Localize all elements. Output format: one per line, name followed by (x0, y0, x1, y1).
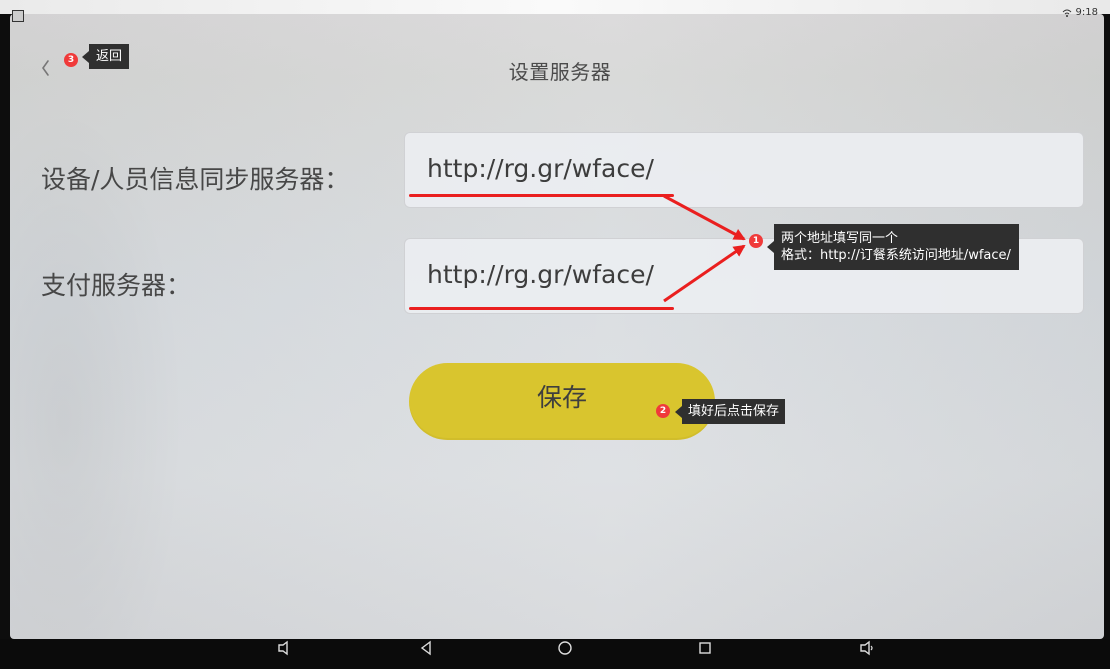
home-navigation-icon[interactable] (556, 639, 574, 657)
back-button[interactable] (38, 56, 64, 80)
annotation-badge-back: 3 (64, 53, 78, 67)
annotation-instruction-line-2: 格式：http://订餐系统访问地址/wface/ (781, 248, 1011, 263)
system-navigation-bar (0, 639, 1110, 669)
status-right: 9:18 (1062, 7, 1098, 18)
volume-up-icon[interactable] (858, 639, 876, 657)
annotation-save-callout: 填好后点击保存 (674, 399, 786, 424)
volume-down-icon[interactable] (276, 639, 294, 657)
save-button[interactable]: 保存 (409, 363, 715, 440)
sync-server-value: http://rg.gr/wface/ (427, 154, 654, 183)
wifi-icon (1062, 9, 1071, 17)
status-time: 9:18 (1075, 7, 1098, 18)
photo-of-device-screen: 9:18 设置服务器 设备/人员信息同步服务器： http://rg.gr/wf… (0, 0, 1110, 669)
annotation-instruction-callout: 两个地址填写同一个 格式：http://订餐系统访问地址/wface/ (767, 224, 1019, 270)
sync-server-label: 设备/人员信息同步服务器： (41, 165, 350, 194)
annotation-back-callout: 返回 (81, 44, 130, 69)
settings-screen: 设置服务器 设备/人员信息同步服务器： http://rg.gr/wface/ … (10, 14, 1104, 639)
recents-navigation-icon[interactable] (696, 639, 714, 657)
annotation-badge-save: 2 (656, 404, 670, 418)
page-title: 设置服务器 (508, 60, 612, 84)
sync-server-underline-annotation (409, 194, 674, 197)
chevron-left-icon (42, 60, 49, 76)
back-navigation-icon[interactable] (417, 639, 435, 657)
status-bar: 9:18 (0, 0, 1110, 26)
payment-server-value: http://rg.gr/wface/ (427, 260, 654, 289)
payment-server-underline-annotation (409, 307, 674, 310)
annotation-instruction-line-1: 两个地址填写同一个 (781, 231, 899, 246)
notification-icon (12, 10, 24, 22)
annotation-badge-instruction: 1 (749, 234, 763, 248)
payment-server-label: 支付服务器： (41, 271, 192, 300)
